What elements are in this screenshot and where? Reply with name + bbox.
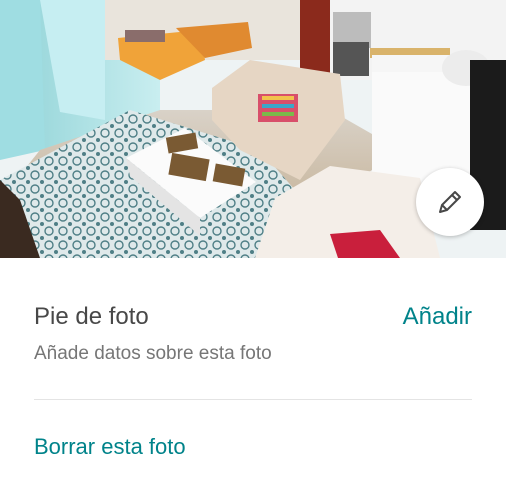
- delete-photo-button[interactable]: Borrar esta foto: [34, 434, 186, 460]
- edit-photo-button[interactable]: [416, 168, 484, 236]
- caption-title: Pie de foto: [34, 303, 149, 330]
- pencil-icon: [439, 191, 461, 213]
- photo-detail-screen: Pie de foto Añadir Añade datos sobre est…: [0, 0, 506, 500]
- add-caption-button[interactable]: Añadir: [403, 303, 472, 331]
- room-photo: [0, 0, 506, 258]
- caption-hint: Añade datos sobre esta foto: [34, 343, 272, 364]
- caption-row: Pie de foto Añadir: [34, 300, 472, 334]
- divider: [34, 399, 472, 400]
